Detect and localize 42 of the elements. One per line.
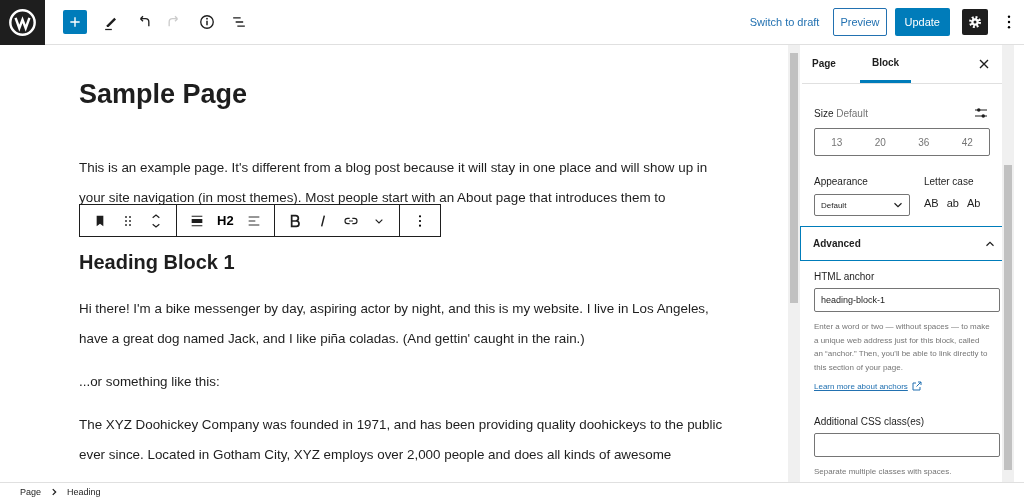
settings-button[interactable] bbox=[962, 9, 988, 35]
font-size-option[interactable]: 36 bbox=[912, 135, 936, 149]
plus-icon bbox=[68, 15, 82, 29]
letter-case-button[interactable]: Ab bbox=[966, 197, 981, 209]
appearance-label: Appearance bbox=[814, 176, 869, 187]
sidebar-tab[interactable]: Block bbox=[859, 45, 912, 83]
wordpress-logo[interactable] bbox=[0, 0, 45, 45]
learn-more-link[interactable]: Learn more about anchors bbox=[814, 380, 923, 392]
paragraph[interactable]: ...or something like this: bbox=[79, 367, 729, 397]
external-link-icon bbox=[910, 380, 923, 392]
scrollbar-thumb[interactable] bbox=[790, 53, 798, 303]
font-size-option[interactable]: 42 bbox=[955, 135, 979, 149]
letter-case-button[interactable]: AB bbox=[924, 197, 939, 209]
html-anchor-field[interactable]: heading-block-1 bbox=[814, 288, 1000, 312]
paragraph[interactable]: Hi there! I'm a bike messenger by day, aspiring actor by night, and this is my website. I live in Los Angeles, have a great dog named Jack, and I like piña coladas. (And gettin' caught in the rain.) bbox=[79, 294, 729, 354]
size-label: Size Default bbox=[814, 107, 868, 119]
update-button[interactable]: Update bbox=[894, 8, 950, 36]
letter-case-button[interactable]: ab bbox=[946, 197, 959, 209]
letter-case-label: Letter case bbox=[924, 176, 975, 187]
page-title[interactable]: Sample Page bbox=[79, 71, 729, 117]
font-size-option[interactable]: 20 bbox=[868, 135, 892, 149]
preview-button[interactable]: Preview bbox=[833, 8, 887, 36]
add-block-button[interactable] bbox=[63, 10, 87, 34]
help-text: Separate multiple classes with spaces. bbox=[814, 466, 953, 478]
breadcrumb-link[interactable]: Heading bbox=[67, 487, 101, 497]
sidebar-tab[interactable]: Page bbox=[812, 45, 848, 83]
heading-level-button[interactable]: H2 bbox=[217, 213, 234, 228]
appearance-dropdown[interactable]: Default bbox=[814, 194, 910, 216]
paragraph[interactable]: The XYZ Doohickey Company was founded in 1971, and has been providing quality doohickeys to the public ever since. Located in Gotham City, XYZ employs over 2,000 people and does all kinds of awesome bbox=[79, 410, 729, 470]
scrollbar-thumb[interactable] bbox=[1004, 165, 1012, 470]
heading[interactable]: Heading Block 1 bbox=[79, 242, 729, 282]
html-anchor-label: HTML anchor bbox=[814, 271, 876, 282]
info-icon[interactable] bbox=[197, 12, 217, 32]
help-text: Enter a word or two — without spaces — to make a unique web address just for this block, called an “anchor.” Then, you'll be able to link directly to this section of your page. bbox=[814, 321, 990, 374]
breadcrumb-link[interactable]: Page bbox=[20, 487, 42, 497]
paragraph[interactable]: This is an example page. It's different from a blog post because it will stay in one place and will show up in your site navigation (in most themes). Most people start with an About page that introduces them to bbox=[79, 153, 729, 213]
settings-icon bbox=[966, 13, 984, 31]
font-size-option[interactable]: 13 bbox=[825, 135, 849, 149]
css-classes-label: Additional CSS class(es) bbox=[814, 416, 926, 427]
advanced-panel-header[interactable]: Advanced bbox=[800, 226, 1002, 261]
css-classes-field[interactable] bbox=[814, 433, 1000, 457]
switch-to-draft-link[interactable]: Switch to draft bbox=[749, 16, 820, 28]
